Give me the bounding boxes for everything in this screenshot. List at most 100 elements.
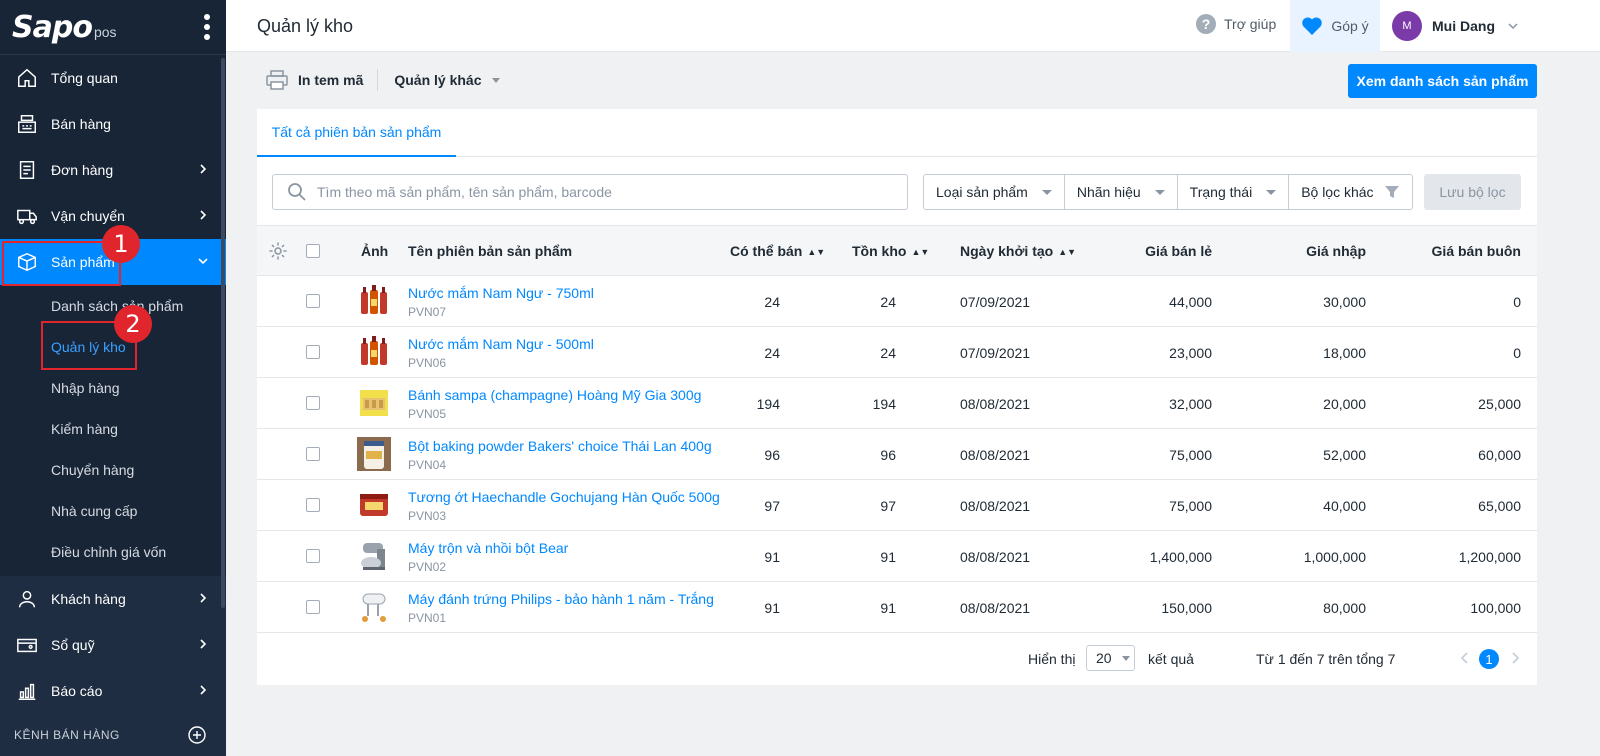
feedback-button[interactable]: Góp ý — [1290, 0, 1380, 52]
submenu-cost-adjust[interactable]: Điều chỉnh giá vốn — [0, 531, 226, 572]
sidebar-item-sales[interactable]: Bán hàng — [0, 101, 226, 147]
page-current[interactable]: 1 — [1479, 649, 1499, 669]
cell-stock: 91 — [880, 549, 896, 565]
add-channel-icon[interactable] — [188, 726, 206, 744]
product-name-link[interactable]: Tương ớt Haechandle Gochujang Hàn Quốc 5… — [408, 489, 720, 505]
product-thumbnail — [357, 488, 391, 522]
filter-other[interactable]: Bộ lọc khác — [1289, 175, 1411, 209]
row-checkbox[interactable] — [306, 549, 320, 563]
sidebar-scrollbar[interactable] — [221, 58, 225, 608]
submenu-transfer[interactable]: Chuyển hàng — [0, 449, 226, 490]
filter-brand[interactable]: Nhãn hiệu — [1065, 175, 1178, 209]
product-name-link[interactable]: Bánh sampa (champagne) Hoàng Mỹ Gia 300g — [408, 387, 701, 403]
product-name-link[interactable]: Nước mắm Nam Ngư - 500ml — [408, 336, 594, 352]
row-checkbox[interactable] — [306, 447, 320, 461]
cell-import: 40,000 — [1323, 498, 1366, 514]
view-product-list-button[interactable]: Xem danh sách sản phẩm — [1348, 64, 1537, 98]
cell-retail: 75,000 — [1169, 447, 1212, 463]
header-name: Tên phiên bản sản phẩm — [408, 243, 573, 259]
search-box[interactable] — [272, 174, 908, 210]
select-all-checkbox[interactable] — [306, 244, 320, 258]
row-checkbox[interactable] — [306, 345, 320, 359]
cell-created: 08/08/2021 — [960, 447, 1031, 463]
sidebar: Sapo pos Tổng quan Bán hàng Đơn hàng Vận… — [0, 0, 226, 756]
per-page-label: Hiển thị — [1028, 651, 1076, 667]
sales-channel-label: KÊNH BÁN HÀNG — [14, 728, 120, 742]
table-row[interactable]: Nước mắm Nam Ngư - 500ml PVN06 24 24 07/09/2… — [257, 327, 1537, 378]
annotation-marker-1: 1 — [102, 225, 140, 263]
next-page-icon[interactable] — [1509, 651, 1521, 665]
row-checkbox[interactable] — [306, 498, 320, 512]
chevron-right-icon — [200, 210, 207, 220]
product-name-link[interactable]: Bột baking powder Bakers' choice Thái La… — [408, 438, 712, 454]
table-row[interactable]: Máy trộn và nhồi bột Bear PVN02 91 91 08/08/… — [257, 531, 1537, 582]
toolbar-divider — [377, 69, 379, 91]
sidebar-item-customers[interactable]: Khách hàng — [0, 576, 226, 622]
header-available[interactable]: Có thể bán ▲▼ — [730, 243, 825, 259]
table-row[interactable]: Tương ớt Haechandle Gochujang Hàn Quốc 5… — [257, 480, 1537, 531]
search-input[interactable] — [317, 184, 877, 200]
table-row[interactable]: Bột baking powder Bakers' choice Thái La… — [257, 429, 1537, 480]
row-checkbox[interactable] — [306, 294, 320, 308]
header-available-label: Có thể bán — [730, 243, 803, 259]
per-page-select[interactable]: 20 — [1086, 645, 1135, 671]
save-filter-button[interactable]: Lưu bộ lọc — [1424, 174, 1521, 210]
sidebar-item-reports[interactable]: Báo cáo — [0, 668, 226, 714]
cell-import: 30,000 — [1323, 294, 1366, 310]
truck-icon — [16, 205, 38, 227]
print-barcode-button[interactable]: In tem mã — [266, 70, 377, 90]
other-actions-dropdown[interactable]: Quản lý khác — [394, 72, 513, 88]
sidebar-item-overview[interactable]: Tổng quan — [0, 55, 226, 101]
product-name-link[interactable]: Máy trộn và nhồi bột Bear — [408, 540, 568, 556]
cell-import: 20,000 — [1323, 396, 1366, 412]
filter-status[interactable]: Trạng thái — [1178, 175, 1290, 209]
tab-all-variants[interactable]: Tất cả phiên bản sản phẩm — [257, 109, 456, 157]
sidebar-item-label: Sổ quỹ — [51, 637, 95, 653]
help-button[interactable]: ? Trợ giúp — [1196, 14, 1276, 34]
cell-wholesale: 60,000 — [1478, 447, 1521, 463]
submenu-product-list[interactable]: Danh sách sản phẩm — [0, 285, 226, 326]
inventory-card: Tất cả phiên bản sản phẩm Loại sản phẩm … — [257, 109, 1537, 685]
sapo-logo[interactable]: Sapo — [12, 10, 93, 45]
table-row[interactable]: Nước mắm Nam Ngư - 750ml PVN07 24 24 07/09/2… — [257, 276, 1537, 327]
pagination-bar: Hiển thị 20 kết quả Từ 1 đến 7 trên tổng… — [257, 633, 1537, 685]
cell-stock: 91 — [880, 600, 896, 616]
header-wholesale: Giá bán buôn — [1431, 243, 1521, 259]
header-stock[interactable]: Tồn kho ▲▼ — [852, 243, 929, 259]
submenu-stock-check[interactable]: Kiểm hàng — [0, 408, 226, 449]
user-menu[interactable]: M Mui Dang — [1392, 11, 1519, 41]
submenu-suppliers[interactable]: Nhà cung cấp — [0, 490, 226, 531]
row-checkbox[interactable] — [306, 600, 320, 614]
prev-page-icon[interactable] — [1459, 651, 1471, 665]
filter-label: Bộ lọc khác — [1301, 184, 1374, 200]
filter-product-type[interactable]: Loại sản phẩm — [924, 175, 1065, 209]
submenu-import[interactable]: Nhập hàng — [0, 367, 226, 408]
header-created-label: Ngày khởi tạo — [960, 243, 1054, 259]
sidebar-item-label: Bán hàng — [51, 116, 111, 132]
product-sku: PVN06 — [408, 356, 447, 370]
funnel-icon — [1384, 186, 1399, 198]
per-page-value: 20 — [1096, 650, 1112, 666]
sidebar-item-cashbook[interactable]: Sổ quỹ — [0, 622, 226, 668]
sort-icon: ▲▼ — [1058, 247, 1077, 257]
gear-icon[interactable] — [268, 241, 288, 261]
product-sku: PVN05 — [408, 407, 447, 421]
product-sku: PVN04 — [408, 458, 447, 472]
cell-available: 91 — [764, 549, 780, 565]
sidebar-item-label: Khách hàng — [51, 591, 126, 607]
sort-icon: ▲▼ — [807, 247, 826, 257]
sidebar-item-orders[interactable]: Đơn hàng — [0, 147, 226, 193]
cell-available: 194 — [756, 396, 780, 412]
more-menu-icon[interactable] — [204, 14, 210, 40]
product-sku: PVN03 — [408, 509, 447, 523]
brand-suffix: pos — [93, 24, 117, 40]
header-created[interactable]: Ngày khởi tạo ▲▼ — [960, 243, 1076, 259]
tabs: Tất cả phiên bản sản phẩm — [257, 109, 1537, 157]
sidebar-item-label: Báo cáo — [51, 683, 103, 699]
product-name-link[interactable]: Nước mắm Nam Ngư - 750ml — [408, 285, 594, 301]
table-row[interactable]: Máy đánh trứng Philips - bảo hành 1 năm … — [257, 582, 1537, 633]
product-name-link[interactable]: Máy đánh trứng Philips - bảo hành 1 năm … — [408, 591, 714, 607]
table-row[interactable]: Bánh sampa (champagne) Hoàng Mỹ Gia 300g… — [257, 378, 1537, 429]
row-checkbox[interactable] — [306, 396, 320, 410]
cell-import: 80,000 — [1323, 600, 1366, 616]
